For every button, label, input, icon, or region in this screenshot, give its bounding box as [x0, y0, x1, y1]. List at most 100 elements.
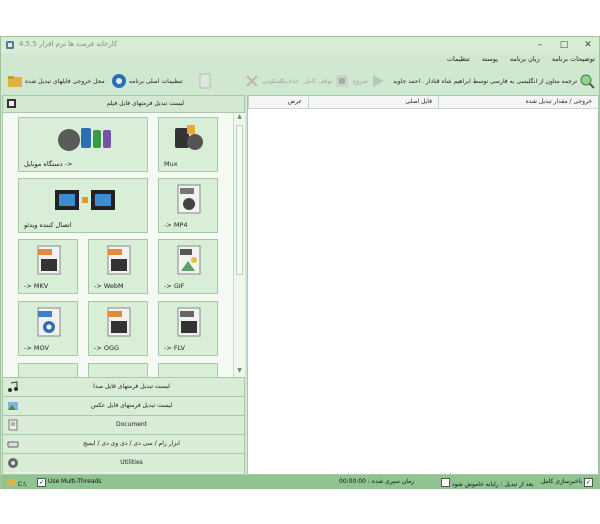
minimize-button[interactable]: – — [533, 39, 547, 51]
search-globe-icon — [580, 74, 595, 89]
tile-gif[interactable]: -> GIF — [158, 239, 218, 294]
tile-gif-caption: -> GIF — [164, 282, 185, 290]
tile-flv[interactable]: -> FLV — [158, 301, 218, 356]
start-button-label: شروع — [353, 77, 368, 85]
conversion-panel: لیست تبدیل فرمتهای فایل فیلم Mux دستگاه … — [2, 95, 245, 475]
mux-icon — [175, 125, 203, 150]
column-header-source-file[interactable]: فایل اصلی — [308, 96, 438, 108]
output-folder-button[interactable]: محل خروجی فایلهای تبدیل شده — [7, 69, 105, 93]
category-audio-label: لیست تبدیل فرمتهای فایل صدا — [93, 383, 170, 390]
category-rom-devices-label: ابزار رام / سی دی / دی وی دی / ایمیج — [83, 440, 180, 447]
app-icon — [6, 41, 14, 49]
stop-button[interactable]: توقف کامل — [304, 69, 350, 93]
tile-mux-caption: Mux — [164, 160, 178, 168]
output-path[interactable]: C:\ — [7, 478, 26, 488]
video-category-title: لیست تبدیل فرمتهای فایل فیلم — [106, 100, 184, 107]
audio-icon — [8, 381, 18, 392]
category-document-label: Document — [115, 421, 148, 428]
document-icon — [8, 419, 18, 431]
tile-mp4-caption: -> MP4 — [164, 221, 188, 229]
tile-mp4[interactable]: -> MP4 — [158, 178, 218, 233]
window-title: کارخانه فرمت ها نرم افزار 4.5.5 — [19, 40, 118, 48]
shutdown-checkbox[interactable] — [441, 478, 450, 487]
notify-toggle[interactable]: باخبرسازی کامل ✓ — [541, 478, 593, 487]
tile-mux[interactable]: Mux — [158, 117, 218, 172]
picture-icon — [8, 402, 18, 410]
category-document[interactable]: Document — [3, 415, 244, 434]
output-folder-icon — [8, 76, 22, 87]
menu-item-language[interactable]: زبان برنامه — [510, 52, 540, 66]
scrollbar-thumb[interactable] — [236, 125, 243, 275]
tile-video-joiner-caption: اتصال کننده ویدئو — [24, 221, 72, 229]
scroll-up-arrow-icon[interactable]: ▲ — [234, 113, 245, 123]
file-list-panel: عرض فایل اصلی خروجی / مقدار تبدیل شده — [247, 95, 599, 475]
tile-ogg-caption: -> OGG — [94, 344, 120, 352]
notify-checkbox[interactable]: ✓ — [584, 478, 593, 487]
folder-icon — [7, 479, 16, 486]
tile-video-joiner[interactable]: اتصال کننده ویدئو — [18, 178, 148, 233]
tile-mkv-caption: -> MKV — [24, 282, 49, 290]
delete-label: پاک کردن — [262, 77, 287, 85]
title-bar: کارخانه فرمت ها نرم افزار 4.5.5 – □ ✕ — [1, 37, 599, 53]
tile-partial[interactable] — [158, 363, 218, 377]
film-icon — [7, 99, 16, 108]
tile-webm[interactable]: -> WebM — [88, 239, 148, 294]
shutdown-label: بعد از تبدیل : رایانه خاموش شود — [451, 481, 534, 488]
stop-button-label: توقف کامل — [304, 77, 333, 85]
multithreads-checkbox[interactable]: ✓ — [37, 478, 46, 487]
menu-item-help[interactable]: توضیحات برنامه — [552, 52, 595, 66]
tiles-scrollbar[interactable]: ▲ ▼ — [233, 113, 245, 377]
main-settings-button[interactable]: تنظیمات اصلی برنامه — [111, 69, 183, 93]
elapsed-time: زمان سپری شده : 00:00:00 — [339, 478, 414, 485]
delete-icon — [246, 75, 258, 87]
tile-mobile-device[interactable]: دستگاه موبایل -> — [18, 117, 148, 172]
multithreads-toggle[interactable]: ✓ Use Multi-Threads — [37, 478, 101, 487]
utilities-icon — [8, 458, 18, 468]
close-button[interactable]: ✕ — [581, 39, 595, 51]
tile-ogg[interactable]: -> OGG — [88, 301, 148, 356]
video-category-header[interactable]: لیست تبدیل فرمتهای فایل فیلم — [3, 96, 244, 113]
output-path-text: C:\ — [17, 481, 27, 488]
video-joiner-icon — [55, 190, 115, 210]
elapsed-time-label: زمان سپری شده : — [367, 478, 415, 485]
tile-mov-caption: -> MOV — [24, 344, 49, 352]
tile-mobile-device-caption: دستگاه موبایل -> — [24, 160, 73, 168]
gif-icon — [177, 245, 201, 275]
status-bar: C:\ ✓ Use Multi-Threads باخبرسازی کامل ✓… — [1, 475, 599, 489]
category-audio[interactable]: لیست تبدیل فرمتهای فایل صدا — [3, 377, 244, 396]
category-utilities[interactable]: Utilities — [3, 453, 244, 472]
settings-disc-icon — [112, 74, 126, 88]
mobile-device-icon — [58, 128, 111, 151]
tile-partial[interactable] — [18, 363, 78, 377]
menu-item-skin[interactable]: پوسته — [482, 52, 498, 66]
delete-button[interactable]: پاک کردن — [244, 69, 286, 93]
document-button[interactable] — [197, 69, 213, 93]
mp4-icon — [177, 184, 201, 214]
shutdown-toggle[interactable]: بعد از تبدیل : رایانه خاموش شود — [441, 478, 533, 488]
stop-icon — [336, 75, 349, 87]
disc-drive-icon — [7, 441, 19, 448]
category-picture-label: لیست تبدیل فرمتهای فایل عکس — [90, 402, 173, 409]
tile-partial[interactable] — [88, 363, 148, 377]
tile-mov[interactable]: -> MOV — [18, 301, 78, 356]
document-icon — [199, 73, 211, 89]
start-button[interactable]: شروع — [353, 69, 386, 93]
category-utilities-label: Utilities — [120, 459, 143, 466]
category-picture[interactable]: لیست تبدیل فرمتهای فایل عکس — [3, 396, 244, 415]
category-rom-devices[interactable]: ابزار رام / سی دی / دی وی دی / ایمیج — [3, 434, 244, 453]
translator-credit[interactable]: ترجمه متاون از انگلیسی به فارسی توسط ابر… — [393, 69, 595, 93]
webm-icon — [107, 245, 131, 275]
menu-bar: توضیحات برنامه زبان برنامه پوسته تنظیمات — [447, 52, 595, 66]
main-settings-label: تنظیمات اصلی برنامه — [129, 77, 183, 85]
tile-mkv[interactable]: -> MKV — [18, 239, 78, 294]
multithreads-label: Use Multi-Threads — [47, 478, 102, 485]
mkv-icon — [37, 245, 61, 275]
output-folder-label: محل خروجی فایلهای تبدیل شده — [25, 77, 105, 85]
elapsed-time-value: 00:00:00 — [339, 478, 366, 485]
column-header-output[interactable]: خروجی / مقدار تبدیل شده — [438, 96, 598, 108]
ogg-icon — [107, 307, 131, 337]
column-header-width[interactable]: عرض — [248, 96, 308, 108]
menu-item-options[interactable]: تنظیمات — [447, 52, 470, 66]
maximize-button[interactable]: □ — [557, 39, 571, 51]
scroll-down-arrow-icon[interactable]: ▼ — [234, 367, 245, 377]
